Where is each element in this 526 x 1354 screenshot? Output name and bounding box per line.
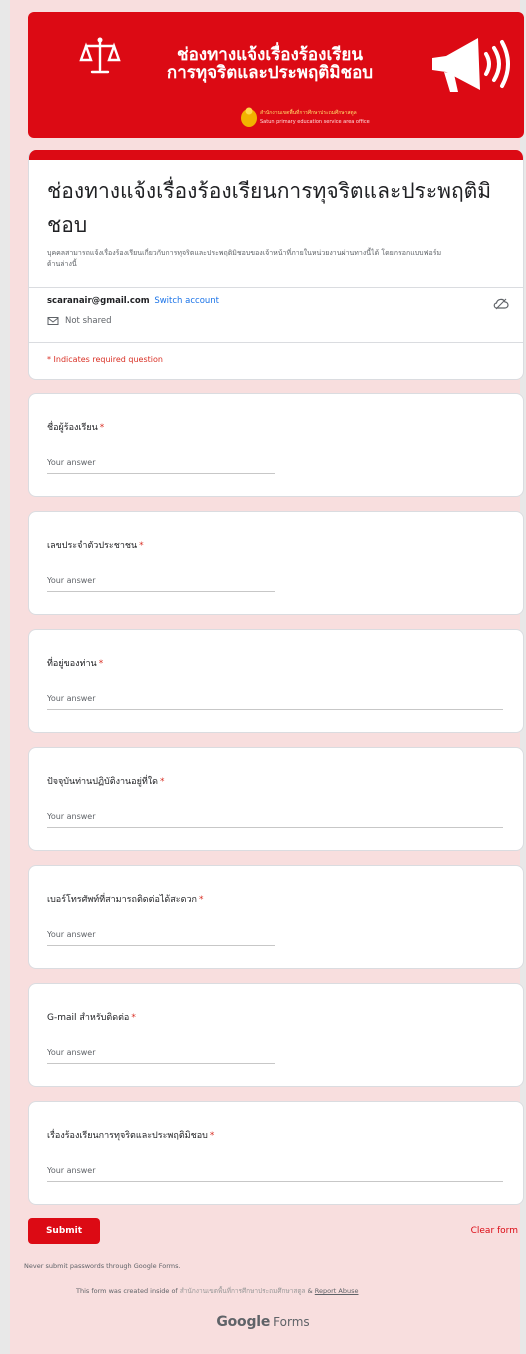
required-star: *	[198, 895, 204, 905]
header-banner: ช่องทางแจ้งเรื่องร้องเรียน การทุจริตและป…	[28, 12, 524, 138]
answer-input-workplace[interactable]: Your answer	[47, 810, 503, 828]
question-card: เลขประจำตัวประชาชน * Your answer	[28, 511, 524, 615]
question-label: เลขประจำตัวประชาชน *	[47, 541, 144, 551]
answer-input-phone[interactable]: Your answer	[47, 928, 275, 946]
sharing-status: Not shared	[47, 316, 112, 326]
answer-input-id-number[interactable]: Your answer	[47, 574, 275, 592]
required-star: *	[160, 777, 165, 787]
question-card: เบอร์โทรศัพท์ที่สามารถติดต่อได้สะดวก * Yo…	[28, 865, 524, 969]
question-card: ที่อยู่ของท่าน * Your answer	[28, 629, 524, 733]
question-label: ที่อยู่ของท่าน *	[47, 659, 104, 669]
submit-button[interactable]: Submit	[28, 1218, 100, 1244]
megaphone-icon	[432, 38, 510, 92]
google-forms-logo[interactable]: Google Forms	[0, 1314, 526, 1330]
report-abuse-link[interactable]: Report Abuse	[315, 1287, 359, 1295]
question-label: ชื่อผู้ร้องเรียน *	[47, 423, 105, 433]
required-star: *	[209, 1131, 215, 1141]
question-label: เบอร์โทรศัพท์ที่สามารถติดต่อได้สะดวก *	[47, 895, 204, 905]
question-card: ชื่อผู้ร้องเรียน * Your answer	[28, 393, 524, 497]
divider	[29, 342, 523, 343]
answer-input-address[interactable]: Your answer	[47, 692, 503, 710]
form-title: ช่องทางแจ้งเรื่องร้องเรียนการทุจริตและปร…	[47, 179, 492, 237]
emblem-icon	[241, 107, 257, 127]
account-row: scaranair@gmail.com Switch account	[47, 296, 219, 306]
banner-org-name-en: Satun primary education service area off…	[260, 119, 370, 125]
required-star: *	[131, 1013, 136, 1023]
form-description: บุคคลสามารถแจ้งเรื่องร้องเรียนเกี่ยวกับก…	[47, 249, 442, 268]
cloud-icon	[493, 298, 509, 310]
answer-input-email[interactable]: Your answer	[47, 1046, 275, 1064]
switch-account-link[interactable]: Switch account	[154, 296, 219, 306]
question-label: G-mail สำหรับติดต่อ *	[47, 1013, 136, 1023]
banner-org-name-th: สำนักงานเขตพื้นที่การศึกษาประถมศึกษาสตูล	[260, 110, 357, 116]
created-org-name: สำนักงานเขตพื้นที่การศึกษาประถมศึกษาสตูล	[179, 1287, 306, 1295]
scales-of-justice-icon	[79, 37, 121, 74]
divider	[29, 287, 523, 288]
forms-product: Forms	[273, 1315, 310, 1329]
question-card: G-mail สำหรับติดต่อ * Your answer	[28, 983, 524, 1087]
question-label: ปัจจุบันท่านปฏิบัติงานอยู่ที่ใด *	[47, 777, 165, 787]
banner-heading-line1: ช่องทางแจ้งเรื่องร้องเรียน	[177, 45, 363, 65]
required-star: *	[98, 659, 104, 669]
form-title-card: ช่องทางแจ้งเรื่องร้องเรียนการทุจริตและปร…	[28, 150, 524, 380]
required-star: *	[99, 423, 105, 433]
question-card: เรื่องร้องเรียนการทุจริตและประพฤติมิชอบ *…	[28, 1101, 524, 1205]
clear-form-button[interactable]: Clear form	[471, 1226, 518, 1236]
answer-input-complaint[interactable]: Your answer	[47, 1164, 503, 1182]
password-warning: Never submit passwords through Google Fo…	[24, 1262, 181, 1270]
question-card: ปัจจุบันท่านปฏิบัติงานอยู่ที่ใด * Your an…	[28, 747, 524, 851]
created-note: This form was created inside of สำนักงาน…	[76, 1287, 359, 1295]
question-label: เรื่องร้องเรียนการทุจริตและประพฤติมิชอบ *	[47, 1131, 215, 1141]
google-brand: Google	[216, 1314, 271, 1330]
answer-input-complainant-name[interactable]: Your answer	[47, 456, 275, 474]
not-shared-icon	[47, 317, 59, 325]
accent-bar	[29, 150, 523, 160]
not-shared-label: Not shared	[65, 316, 112, 326]
required-star: *	[139, 541, 144, 551]
account-email: scaranair@gmail.com	[47, 296, 150, 306]
required-note: * Indicates required question	[47, 355, 163, 364]
banner-heading-line2: การทุจริตและประพฤติมิชอบ	[166, 63, 374, 83]
